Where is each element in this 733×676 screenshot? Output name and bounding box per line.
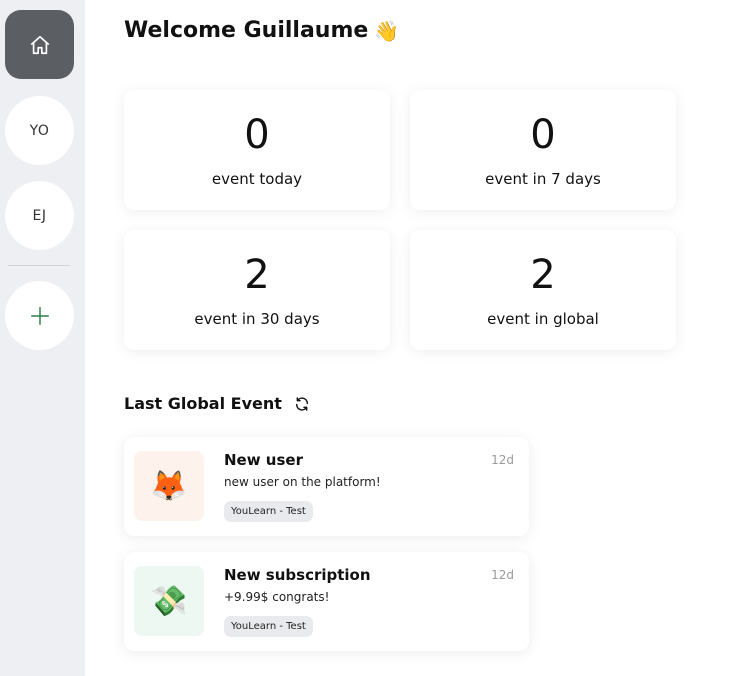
stat-value: 0: [244, 112, 270, 158]
waving-hand-icon: 👋: [374, 18, 400, 43]
refresh-icon[interactable]: [294, 396, 310, 412]
plus-icon: [30, 306, 49, 325]
sidebar-divider: [8, 265, 70, 266]
project-tag[interactable]: YouLearn - Test: [224, 616, 313, 637]
project-initials: YO: [29, 122, 50, 139]
event-title: New subscription: [224, 566, 371, 584]
event-card[interactable]: 💸 New subscription +9.99$ congrats! YouL…: [124, 552, 529, 651]
money-icon: 💸: [134, 566, 204, 636]
event-description: new user on the platform!: [224, 475, 381, 489]
welcome-text: Welcome Guillaume: [124, 18, 369, 43]
section-title: Last Global Event: [124, 394, 310, 413]
project-button-yo[interactable]: YO: [5, 96, 74, 165]
project-tag[interactable]: YouLearn - Test: [224, 501, 313, 522]
stat-card-30-days: 2 event in 30 days: [124, 230, 390, 350]
stat-card-global: 2 event in global: [410, 230, 676, 350]
sidebar: YO EJ: [0, 0, 85, 676]
project-initials: EJ: [32, 207, 47, 224]
stat-card-today: 0 event today: [124, 90, 390, 210]
event-card[interactable]: 🦊 New user new user on the platform! You…: [124, 437, 529, 536]
stat-value: 0: [530, 112, 556, 158]
event-title: New user: [224, 451, 303, 469]
fox-icon: 🦊: [134, 451, 204, 521]
stat-value: 2: [530, 252, 556, 298]
main-content: Welcome Guillaume 👋 0 event today 0 even…: [85, 0, 733, 676]
page-title: Welcome Guillaume 👋: [124, 18, 399, 43]
home-button[interactable]: [5, 10, 74, 79]
add-project-button[interactable]: [5, 281, 74, 350]
stat-label: event in 30 days: [194, 310, 320, 328]
event-time: 12d: [491, 568, 514, 582]
stat-label: event in global: [487, 310, 599, 328]
stat-value: 2: [244, 252, 270, 298]
stat-card-7-days: 0 event in 7 days: [410, 90, 676, 210]
stat-label: event today: [211, 170, 303, 188]
project-button-ej[interactable]: EJ: [5, 181, 74, 250]
event-time: 12d: [491, 453, 514, 467]
event-description: +9.99$ congrats!: [224, 590, 330, 604]
stat-label: event in 7 days: [485, 170, 601, 188]
home-icon: [30, 35, 49, 54]
section-title-text: Last Global Event: [124, 394, 282, 413]
